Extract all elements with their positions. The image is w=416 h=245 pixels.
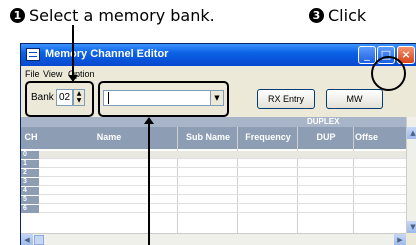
callout-arrowhead-2 [144, 117, 154, 124]
window-title: Memory Channel Editor [45, 48, 169, 60]
callout-arrow-2 [148, 123, 150, 245]
vertical-scrollbar[interactable]: ▲ ▼ [406, 117, 416, 233]
horizontal-scrollbar[interactable]: ◀ ▶ [21, 233, 406, 245]
row-number: 5 [21, 196, 39, 204]
column-header-name[interactable]: Name [41, 132, 177, 142]
callout-highlight-combo [98, 81, 229, 117]
app-icon [26, 48, 40, 61]
callout-step-1-text: Select a memory bank. [29, 6, 215, 25]
table-row[interactable]: 3 [21, 178, 406, 186]
table-row[interactable]: 5 [21, 196, 406, 204]
step-number-1: 1 [10, 8, 25, 23]
channel-table: DUPLEX CH Name Sub Name Frequency DUP Of… [21, 117, 406, 233]
row-number: 0 [21, 151, 39, 159]
step-number-3: 3 [309, 8, 324, 23]
menu-file[interactable]: File [25, 69, 40, 79]
column-header-sub-name[interactable]: Sub Name [179, 132, 237, 142]
menu-bar: File View Option [21, 66, 416, 82]
column-header-offset[interactable]: Offse [355, 132, 395, 142]
callout-step-1: 1 Select a memory bank. [10, 6, 215, 25]
table-row[interactable]: 1 [21, 160, 406, 168]
column-header-frequency[interactable]: Frequency [239, 132, 297, 142]
table-row[interactable]: 4 [21, 187, 406, 195]
table-row[interactable]: 6 [21, 205, 406, 213]
horizontal-scroll-thumb[interactable] [34, 235, 44, 245]
callout-highlight-bank [25, 81, 94, 117]
scroll-left-icon[interactable]: ◀ [21, 234, 33, 245]
rx-entry-button[interactable]: RX Entry [257, 89, 315, 109]
duplex-group-label: DUPLEX [307, 117, 340, 126]
close-icon: × [401, 48, 411, 61]
table-row[interactable]: 0 [21, 151, 406, 159]
row-number: 6 [21, 205, 39, 213]
callout-highlight-close [371, 56, 406, 91]
row-number: 2 [21, 169, 39, 177]
table-header: CH Name Sub Name Frequency DUP Offse [21, 127, 406, 149]
scroll-up-icon[interactable]: ▲ [407, 127, 416, 139]
minimize-button[interactable]: _ [358, 46, 376, 64]
callout-step-3-text: Click [328, 6, 367, 25]
scroll-right-icon[interactable]: ▶ [394, 234, 406, 245]
column-header-ch[interactable]: CH [24, 132, 38, 142]
column-header-dup[interactable]: DUP [299, 132, 353, 142]
memory-channel-editor-window: Memory Channel Editor _ □ × File View Op… [20, 43, 416, 245]
table-row[interactable]: 2 [21, 169, 406, 177]
row-number: 1 [21, 160, 39, 168]
table-group-header: DUPLEX [21, 117, 406, 127]
mw-button[interactable]: MW [326, 89, 383, 109]
row-number: 3 [21, 178, 39, 186]
minimize-icon: _ [364, 48, 370, 61]
menu-view[interactable]: View [43, 69, 62, 79]
scroll-down-icon[interactable]: ▼ [407, 221, 416, 233]
callout-arrow-1 [72, 25, 74, 81]
callout-step-3: 3 Click [309, 6, 366, 25]
row-number: 4 [21, 187, 39, 195]
title-bar[interactable]: Memory Channel Editor _ □ × [21, 44, 416, 66]
